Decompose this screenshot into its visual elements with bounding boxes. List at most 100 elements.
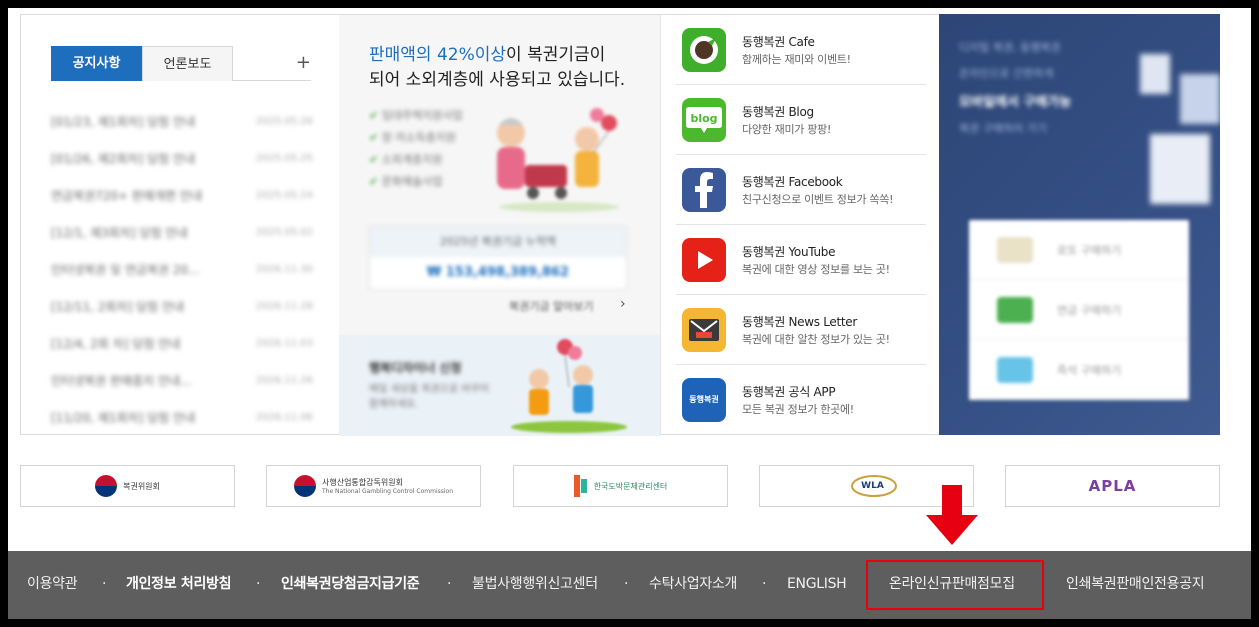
social-link-blog[interactable]: blog 동행복권 Blog 다양한 재미가 팡팡! [676,85,926,155]
fund-headline: 판매액의 42%이상이 복권기금이 되어 소외계층에 사용되고 있습니다. [369,43,625,93]
lottery-fund-panel: 판매액의 42%이상이 복권기금이 되어 소외계층에 사용되고 있습니다. 임대… [339,14,660,436]
notice-title: [12/11, 2회차] 당첨 안내 [51,300,185,314]
footer-separator: · [102,576,107,592]
promo-banner[interactable]: 디지털 복권, 동행복권 온라인으로 간편하게 모바일에서 구매가능 복권 구매… [939,14,1220,435]
social-title: 동행복권 Blog [742,105,814,119]
tab-press[interactable]: 언론보도 [142,46,233,81]
partner-gambling-control[interactable]: 사행산업통합감독위원회 The National Gambling Control… [266,465,481,507]
fund-headline-highlight: 판매액의 42%이상 [369,45,507,65]
newsletter-icon [682,308,726,352]
banner-line: 디지털 복권, 동행복권 [959,41,1061,54]
fund-stat-value: ₩ 153,498,389,862 [426,265,570,280]
social-link-youtube[interactable]: 동행복권 YouTube 복권에 대한 영상 정보를 보는 곳! [676,225,926,295]
banner-card-row[interactable]: 연금 구매하기 [969,280,1189,340]
fund-stat-box: 2025년 복권기금 누적액 ₩ 153,498,389,862 [369,226,627,290]
partner-name: APLA [1088,477,1137,495]
footer-link-payout-criteria[interactable]: 인쇄복권당첨금지급기준 [281,551,420,619]
notice-title: [12/1, 제3회차] 당첨 안내 [51,226,188,240]
notice-item[interactable]: [01/26, 제2회차] 당첨 안내 2025.05.25 [51,140,313,177]
notice-item[interactable]: 인터넷복권 판매중지 안내... 2026.11.26 [51,362,313,399]
footer-nav: 이용약관 · 개인정보 처리방침 · 인쇄복권당첨금지급기준 · 불법사행행위신… [8,551,1251,619]
notice-item[interactable]: [01/23, 제1회차] 당첨 안내 2025.05.26 [51,103,313,140]
notice-date: 2026.11.30 [255,264,313,275]
notice-title: 연금복권720+ 판매개편 안내 [51,189,202,203]
happy-designer-banner[interactable]: 행복디자이너 신청 매일 세상을 복권으로 바꾸어 함께하세요. [339,335,660,436]
footer-link-operator[interactable]: 수탁사업자소개 [649,551,737,619]
notice-date: 2025.05.24 [255,190,313,201]
notice-title: [01/26, 제2회차] 당첨 안내 [51,152,196,166]
footer-separator: · [624,576,629,592]
footer-link-retailer-notice[interactable]: 인쇄복권판매인전용공지 [1066,551,1205,619]
notice-title: [11/20, 제1회차] 당첨 안내 [51,411,196,425]
social-title: 동행복권 News Letter [742,315,857,329]
notice-title: [01/23, 제1회차] 당첨 안내 [51,115,196,129]
social-link-cafe[interactable]: 동행복권 Cafe 함께하는 재미와 이벤트! [676,15,926,85]
banner-line: 복권 구매하러 가기 [959,122,1047,135]
banner-card: 로또 구매하기 연금 구매하기 즉석 구매하기 [969,220,1189,400]
notice-date: 2026.11.26 [255,375,313,386]
tab-notices[interactable]: 공지사항 [51,46,142,81]
partner-apla[interactable]: APLA [1005,465,1220,507]
notice-title: 인터넷복권 판매중지 안내... [51,374,192,388]
notice-item[interactable]: [12/11, 2회차] 당첨 안내 2026.11.28 [51,288,313,325]
social-desc: 복권에 대한 영상 정보를 보는 곳! [742,263,890,276]
happy-designer-desc: 매일 세상을 복권으로 바꾸어 함께하세요. [369,384,489,410]
notice-item[interactable]: [12/4, 2회 차] 당첨 안내 2026.11.03 [51,325,313,362]
red-down-arrow-icon [926,485,978,545]
partner-gambling-center[interactable]: 한국도박문제관리센터 [513,465,728,507]
taegeuk-icon [293,475,316,497]
fund-check-list: 임대주택지원사업 장·저소득층지원 소외계층지원 문화예술사업 [369,107,463,195]
notice-date: 2026.11.06 [255,412,313,423]
svg-text:blog: blog [690,112,717,125]
banner-graphic [1140,54,1220,204]
page-frame: 공지사항 언론보도 + [01/23, 제1회차] 당첨 안내 2025.05.2… [8,8,1251,619]
check-item: 장·저소득층지원 [369,129,463,151]
notice-item[interactable]: [11/20, 제1회차] 당첨 안내 2026.11.06 [51,399,313,436]
footer-separator: · [256,576,261,592]
footer-link-privacy[interactable]: 개인정보 처리방침 [126,551,232,619]
notice-date: 2026.11.03 [255,338,313,349]
notice-item[interactable]: 인터넷복권 및 연금복권 20... 2026.11.30 [51,251,313,288]
social-title: 동행복권 Facebook [742,175,843,189]
notice-panel: 공지사항 언론보도 + [01/23, 제1회차] 당첨 안내 2025.05.2… [20,14,340,435]
partner-name: 복권위원회 [123,481,160,491]
facebook-icon [682,168,726,212]
partner-lottery-commission[interactable]: 복권위원회 [20,465,235,507]
notice-date: 2025.05.25 [255,153,313,164]
social-title: 동행복권 Cafe [742,35,815,49]
banner-line: 온라인으로 간편하게 [959,67,1054,80]
kcgp-logo-icon [573,475,587,497]
footer-link-english[interactable]: ENGLISH [787,551,847,619]
cafe-icon [682,28,726,72]
people-illustration [497,108,619,212]
footer-link-report-center[interactable]: 불법사행행위신고센터 [472,551,598,619]
banner-card-row[interactable]: 즉석 구매하기 [969,340,1189,400]
notice-item[interactable]: 연금복권720+ 판매개편 안내 2025.05.24 [51,177,313,214]
partner-name: 한국도박문제관리센터 [593,481,668,491]
social-desc: 함께하는 재미와 이벤트! [742,53,851,66]
footer-link-terms[interactable]: 이용약관 [27,551,78,619]
social-link-facebook[interactable]: 동행복권 Facebook 친구신청으로 이벤트 정보가 쏙쏙! [676,155,926,225]
partner-name: WLA [861,481,884,491]
social-link-app[interactable]: 동행복권 동행복권 공식 APP 모든 복권 정보가 한곳에! [676,365,926,435]
footer-separator: · [762,576,767,592]
banner-card-row[interactable]: 로또 구매하기 [969,220,1189,280]
footer-separator: · [447,576,452,592]
fund-headline-line2: 되어 소외계층에 사용되고 있습니다. [369,70,626,90]
notice-item[interactable]: [12/1, 제3회차] 당첨 안내 2025.05.02 [51,214,313,251]
check-item: 소외계층지원 [369,151,463,173]
check-item: 임대주택지원사업 [369,107,463,129]
chevron-right-icon[interactable]: › [620,296,626,312]
app-icon-text: 동행복권 [689,395,719,404]
more-plus-icon[interactable]: + [296,52,311,73]
blog-icon: blog [682,98,726,142]
highlight-box [866,560,1044,610]
fund-headline-rest: 이 복권기금이 [506,45,606,65]
partner-name: 사행산업통합감독위원회 The National Gambling Control… [321,478,453,495]
youtube-icon [682,238,726,282]
social-link-newsletter[interactable]: 동행복권 News Letter 복권에 대한 알찬 정보가 있는 곳! [676,295,926,365]
taegeuk-icon [95,475,118,497]
fund-learn-more-link[interactable]: 복권기금 알아보기 [509,298,593,314]
notice-list: [01/23, 제1회차] 당첨 안내 2025.05.26 [01/26, 제2… [51,103,313,436]
notice-date: 2025.05.02 [255,227,313,238]
